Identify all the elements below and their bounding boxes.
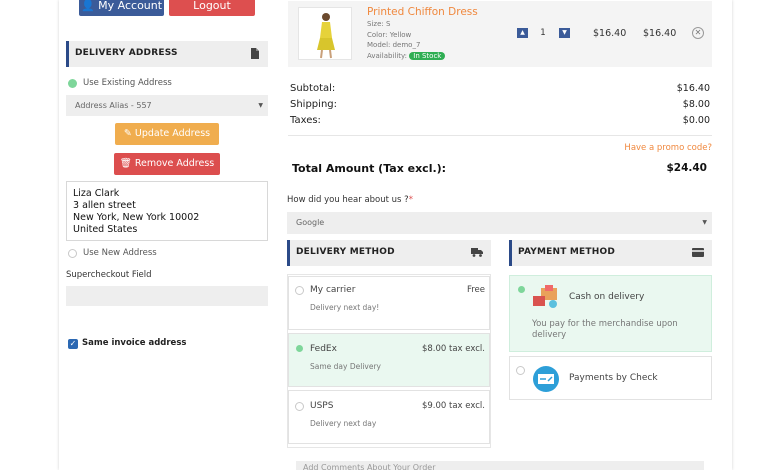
unit-price: $16.40 (593, 28, 627, 39)
use-new-address-radio[interactable] (68, 249, 77, 258)
address-display: Liza Clark 3 allen street New York, New … (66, 181, 268, 241)
trash-icon: 🗑 (119, 158, 132, 169)
my-account-button[interactable]: 👤 My Account (79, 0, 164, 16)
subtotal-value: $16.40 (676, 83, 710, 94)
remove-address-label: Remove Address (134, 158, 215, 169)
delivery-option-name: My carrier (310, 285, 356, 295)
quantity-increase-button[interactable]: ▲ (517, 28, 528, 38)
required-mark: * (408, 195, 413, 205)
product-availability: Availability: In Stock (367, 51, 446, 62)
quantity-decrease-button[interactable]: ▼ (559, 28, 570, 38)
same-invoice-checkbox[interactable]: ✓ (68, 339, 78, 349)
delivery-option-price: $8.00 tax excl. (421, 344, 485, 354)
order-comments-input[interactable]: Add Comments About Your Order (296, 461, 704, 470)
check-payment-icon (533, 366, 559, 392)
total-amount-value: $24.40 (666, 162, 707, 174)
shipping-label: Shipping: (290, 99, 337, 110)
payment-option-radio[interactable] (516, 366, 525, 375)
use-new-address-label: Use New Address (83, 248, 157, 258)
remove-item-icon[interactable]: ✕ (692, 27, 704, 39)
delivery-address-header: DELIVERY ADDRESS (66, 41, 268, 67)
delivery-option-desc: Same day Delivery (310, 362, 381, 371)
payment-option-name: Payments by Check (569, 373, 658, 383)
payment-option-cash-on-delivery[interactable]: Cash on delivery You pay for the merchan… (509, 275, 712, 352)
promo-code-link[interactable]: Have a promo code? (600, 143, 712, 153)
use-existing-radio[interactable] (68, 79, 77, 88)
total-amount-label: Total Amount (Tax excl.): (292, 162, 447, 175)
delivery-option-radio[interactable] (295, 402, 304, 411)
delivery-option-radio[interactable] (296, 345, 303, 352)
taxes-value: $0.00 (682, 115, 710, 126)
delivery-option-radio[interactable] (295, 286, 304, 295)
supercheckout-field-input[interactable] (66, 286, 268, 306)
product-model: Model: demo_7 (367, 41, 421, 49)
credit-card-icon (692, 248, 704, 257)
address-line: United States (73, 224, 138, 235)
payment-option-desc: You pay for the merchandise upon deliver… (532, 319, 678, 340)
availability-label: Availability: (367, 51, 408, 60)
quantity-field[interactable]: 1 (533, 28, 553, 38)
delivery-option-desc: Delivery next day! (310, 303, 380, 312)
delivery-method-header: DELIVERY METHOD (287, 240, 491, 266)
cash-delivery-icon (533, 285, 557, 308)
update-address-button[interactable]: ✎ Update Address (115, 123, 219, 145)
delivery-option-desc: Delivery next day (310, 419, 377, 428)
remove-address-button[interactable]: 🗑 Remove Address (114, 153, 220, 175)
edit-icon: ✎ (123, 128, 132, 139)
survey-label-row: How did you hear about us ?* (287, 195, 413, 205)
delivery-method-title: DELIVERY METHOD (296, 247, 395, 257)
survey-select[interactable]: Google ▼ (287, 212, 712, 234)
delivery-address-title: DELIVERY ADDRESS (75, 48, 178, 58)
document-icon (251, 48, 259, 59)
delivery-option-usps[interactable]: USPS $9.00 tax excl. Delivery next day (288, 390, 490, 444)
survey-label: How did you hear about us ? (287, 195, 409, 205)
dress-image-icon (317, 13, 335, 59)
product-attributes: Size: S Color: Yellow Model: demo_7 Avai… (367, 19, 446, 62)
product-size: Size: S (367, 20, 391, 28)
same-invoice-label: Same invoice address (82, 338, 187, 348)
shipping-value: $8.00 (682, 99, 710, 110)
line-total-price: $16.40 (643, 28, 677, 39)
delivery-option-name: FedEx (310, 344, 337, 354)
truck-icon (471, 248, 483, 257)
in-stock-badge: In Stock (409, 51, 446, 60)
product-name-link[interactable]: Printed Chiffon Dress (367, 6, 478, 18)
caret-down-icon: ▼ (702, 219, 707, 226)
supercheckout-field-label: Supercheckout Field (66, 270, 152, 280)
user-icon: 👤 (80, 0, 95, 12)
use-existing-label: Use Existing Address (83, 78, 172, 88)
payment-option-radio[interactable] (518, 286, 525, 293)
my-account-label: My Account (98, 0, 163, 12)
logout-button[interactable]: Logout (169, 0, 255, 16)
product-thumbnail[interactable] (298, 7, 352, 60)
address-alias-select[interactable]: Address Alias - 557 ▼ (66, 95, 268, 116)
subtotal-label: Subtotal: (290, 83, 336, 94)
payment-method-header: PAYMENT METHOD (509, 240, 712, 266)
delivery-option-price: $9.00 tax excl. (421, 401, 485, 411)
product-color: Color: Yellow (367, 30, 412, 39)
survey-selected-value: Google (296, 218, 325, 227)
address-alias-value: Address Alias - 557 (75, 101, 152, 110)
delivery-option-name: USPS (310, 401, 334, 411)
address-line: 3 allen street (73, 200, 136, 211)
payment-method-title: PAYMENT METHOD (518, 247, 615, 257)
address-line: New York, New York 10002 (73, 212, 200, 223)
update-address-label: Update Address (134, 128, 211, 139)
totals-divider (288, 135, 712, 136)
delivery-option-price: Free (466, 285, 485, 295)
caret-down-icon: ▼ (258, 102, 263, 109)
address-line: Liza Clark (73, 188, 120, 199)
payment-option-name: Cash on delivery (569, 292, 645, 302)
delivery-option-my-carrier[interactable]: My carrier Free Delivery next day! (288, 276, 490, 330)
delivery-option-fedex[interactable]: FedEx $8.00 tax excl. Same day Delivery (288, 333, 490, 387)
taxes-label: Taxes: (290, 115, 321, 126)
payment-option-check[interactable]: Payments by Check (509, 356, 712, 400)
